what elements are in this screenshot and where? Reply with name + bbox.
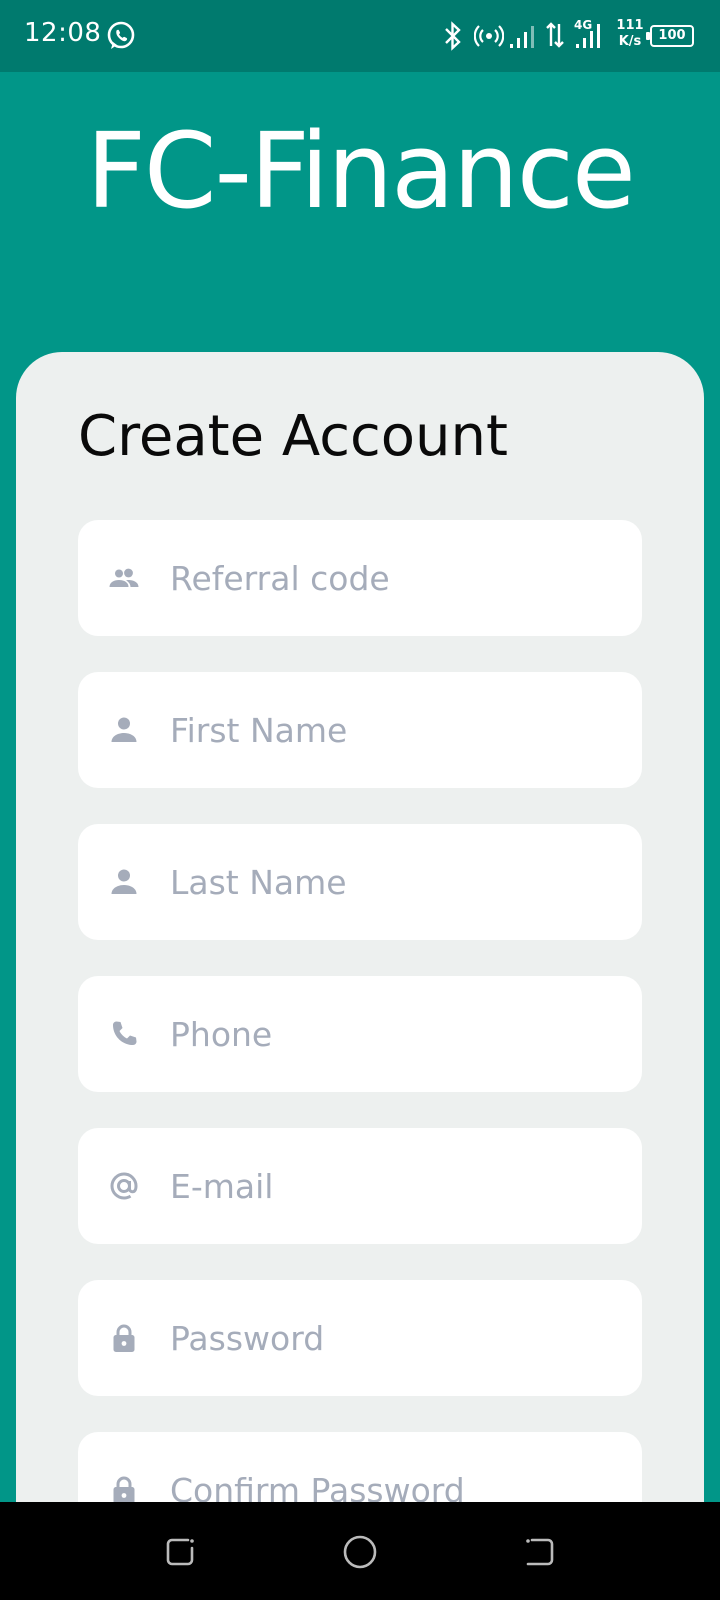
hotspot-icon [474, 25, 504, 47]
password-input[interactable] [170, 1280, 620, 1396]
referral-code-field[interactable] [78, 520, 642, 636]
phone-field[interactable] [78, 976, 642, 1092]
phone-input[interactable] [170, 976, 620, 1092]
lock-icon [113, 1324, 135, 1352]
home-icon[interactable] [340, 1532, 380, 1572]
battery-level: 100 [658, 28, 686, 43]
network-speed: 111 K/s [614, 18, 646, 50]
brand-title: FC-Finance [86, 110, 636, 232]
create-account-card: Create Account [16, 352, 704, 1548]
person-icon [111, 717, 137, 742]
email-field[interactable] [78, 1128, 642, 1244]
last-name-input[interactable] [170, 824, 620, 940]
group-icon [109, 568, 139, 587]
referral-code-input[interactable] [170, 520, 620, 636]
status-bar: 12:08 4G 111 K/s 100 [0, 0, 720, 72]
last-name-field[interactable] [78, 824, 642, 940]
email-input[interactable] [170, 1128, 620, 1244]
network-speed-unit: K/s [618, 34, 642, 49]
bluetooth-icon [445, 21, 461, 51]
data-arrows-icon [546, 22, 564, 48]
whatsapp-icon [107, 21, 135, 49]
recent-apps-icon[interactable] [160, 1532, 200, 1572]
first-name-field[interactable] [78, 672, 642, 788]
page-title: Create Account [78, 404, 508, 469]
network-speed-value: 111 [616, 18, 644, 33]
signal-icon-sim1 [510, 26, 534, 48]
person-icon [111, 869, 137, 894]
battery-icon: 100 [646, 25, 694, 47]
phone-icon [113, 1021, 137, 1045]
first-name-input[interactable] [170, 672, 620, 788]
status-time: 12:08 [24, 18, 102, 48]
password-field[interactable] [78, 1280, 642, 1396]
signal-icon-sim2 [576, 24, 600, 48]
at-icon [110, 1172, 138, 1200]
system-nav-bar [0, 1502, 720, 1600]
back-icon[interactable] [520, 1532, 560, 1572]
